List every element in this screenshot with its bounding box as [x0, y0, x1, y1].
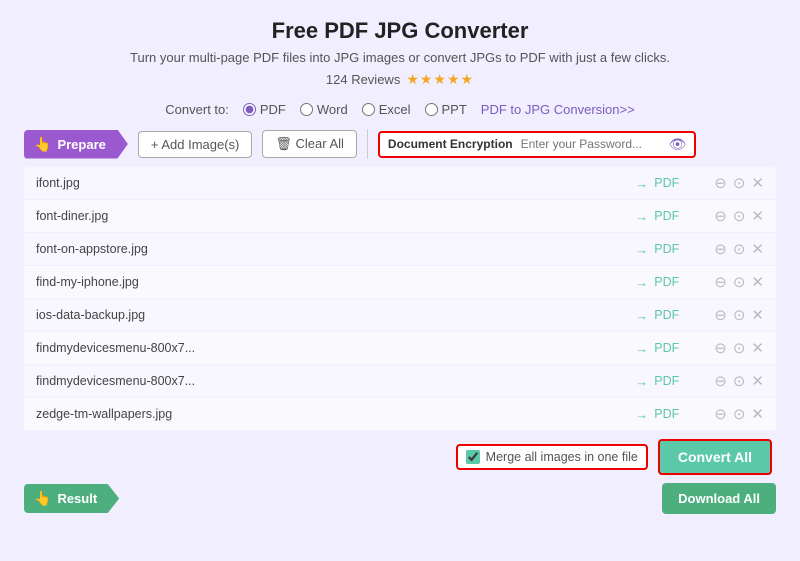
- bottom-row: Merge all images in one file Convert All: [24, 439, 776, 475]
- arrow-icon: →: [635, 341, 648, 356]
- file-actions: ⊖ ⊙ ✕: [714, 207, 764, 225]
- close-icon[interactable]: ✕: [751, 372, 764, 390]
- file-dest: PDF: [654, 209, 714, 223]
- option-excel[interactable]: Excel: [362, 102, 411, 117]
- down-icon[interactable]: ⊙: [733, 240, 746, 258]
- eye-icon[interactable]: 👁: [669, 136, 687, 153]
- down-icon[interactable]: ⊙: [733, 372, 746, 390]
- file-list: ifont.jpg → PDF ⊖ ⊙ ✕ font-diner.jpg → P…: [24, 167, 776, 431]
- arrow-icon: →: [635, 275, 648, 290]
- file-name: findmydevicesmenu-800x7...: [36, 341, 635, 355]
- option-ppt[interactable]: PPT: [425, 102, 467, 117]
- file-dest: PDF: [654, 407, 714, 421]
- table-row: font-diner.jpg → PDF ⊖ ⊙ ✕: [24, 200, 776, 233]
- result-row: Result Download All: [24, 483, 776, 514]
- file-name: findmydevicesmenu-800x7...: [36, 374, 635, 388]
- convert-all-button[interactable]: Convert All: [658, 439, 772, 475]
- arrow-icon: →: [635, 308, 648, 323]
- file-actions: ⊖ ⊙ ✕: [714, 273, 764, 291]
- table-row: font-on-appstore.jpg → PDF ⊖ ⊙ ✕: [24, 233, 776, 266]
- info-icon[interactable]: ⊖: [714, 240, 727, 258]
- file-dest: PDF: [654, 275, 714, 289]
- password-input[interactable]: [521, 137, 661, 151]
- close-icon[interactable]: ✕: [751, 405, 764, 423]
- merge-label: Merge all images in one file: [486, 450, 638, 464]
- table-row: findmydevicesmenu-800x7... → PDF ⊖ ⊙ ✕: [24, 365, 776, 398]
- info-icon[interactable]: ⊖: [714, 339, 727, 357]
- arrow-icon: →: [635, 176, 648, 191]
- info-icon[interactable]: ⊖: [714, 405, 727, 423]
- convert-to-row: Convert to: PDF Word Excel PPT PDF to JP…: [24, 102, 776, 117]
- download-all-button[interactable]: Download All: [662, 483, 776, 514]
- table-row: findmydevicesmenu-800x7... → PDF ⊖ ⊙ ✕: [24, 332, 776, 365]
- info-icon[interactable]: ⊖: [714, 273, 727, 291]
- close-icon[interactable]: ✕: [751, 207, 764, 225]
- down-icon[interactable]: ⊙: [733, 405, 746, 423]
- file-actions: ⊖ ⊙ ✕: [714, 174, 764, 192]
- down-icon[interactable]: ⊙: [733, 339, 746, 357]
- file-actions: ⊖ ⊙ ✕: [714, 339, 764, 357]
- reviews-count: 124 Reviews: [326, 72, 400, 87]
- table-row: find-my-iphone.jpg → PDF ⊖ ⊙ ✕: [24, 266, 776, 299]
- file-name: find-my-iphone.jpg: [36, 275, 635, 289]
- option-word[interactable]: Word: [300, 102, 348, 117]
- file-name: font-diner.jpg: [36, 209, 635, 223]
- arrow-icon: →: [635, 209, 648, 224]
- info-icon[interactable]: ⊖: [714, 174, 727, 192]
- file-name: font-on-appstore.jpg: [36, 242, 635, 256]
- close-icon[interactable]: ✕: [751, 273, 764, 291]
- add-image-button[interactable]: + Add Image(s): [138, 131, 253, 158]
- merge-checkbox-area: Merge all images in one file: [456, 444, 648, 470]
- info-icon[interactable]: ⊖: [714, 372, 727, 390]
- down-icon[interactable]: ⊙: [733, 273, 746, 291]
- table-row: zedge-tm-wallpapers.jpg → PDF ⊖ ⊙ ✕: [24, 398, 776, 431]
- down-icon[interactable]: ⊙: [733, 306, 746, 324]
- file-actions: ⊖ ⊙ ✕: [714, 405, 764, 423]
- info-icon[interactable]: ⊖: [714, 207, 727, 225]
- down-icon[interactable]: ⊙: [733, 174, 746, 192]
- page-title: Free PDF JPG Converter: [24, 18, 776, 44]
- file-dest: PDF: [654, 374, 714, 388]
- header-section: Free PDF JPG Converter Turn your multi-p…: [24, 18, 776, 88]
- file-name: ios-data-backup.jpg: [36, 308, 635, 322]
- file-actions: ⊖ ⊙ ✕: [714, 372, 764, 390]
- arrow-icon: →: [635, 242, 648, 257]
- result-label: Result: [57, 491, 97, 506]
- file-actions: ⊖ ⊙ ✕: [714, 240, 764, 258]
- pdf-to-jpg-link[interactable]: PDF to JPG Conversion>>: [481, 102, 635, 117]
- close-icon[interactable]: ✕: [751, 306, 764, 324]
- encryption-box: Document Encryption 👁: [378, 131, 696, 158]
- arrow-icon: →: [635, 374, 648, 389]
- close-icon[interactable]: ✕: [751, 240, 764, 258]
- clear-all-button[interactable]: 🗑 Clear All: [262, 130, 357, 158]
- table-row: ifont.jpg → PDF ⊖ ⊙ ✕: [24, 167, 776, 200]
- arrow-icon: →: [635, 407, 648, 422]
- reviews-row: 124 Reviews ★★★★★: [24, 71, 776, 88]
- close-icon[interactable]: ✕: [751, 339, 764, 357]
- file-name: ifont.jpg: [36, 176, 635, 190]
- close-icon[interactable]: ✕: [751, 174, 764, 192]
- info-icon[interactable]: ⊖: [714, 306, 727, 324]
- table-row: ios-data-backup.jpg → PDF ⊖ ⊙ ✕: [24, 299, 776, 332]
- toolbar-divider: [367, 129, 368, 159]
- file-dest: PDF: [654, 308, 714, 322]
- file-dest: PDF: [654, 341, 714, 355]
- file-name: zedge-tm-wallpapers.jpg: [36, 407, 635, 421]
- file-actions: ⊖ ⊙ ✕: [714, 306, 764, 324]
- result-badge: Result: [24, 484, 119, 513]
- merge-checkbox[interactable]: [466, 450, 480, 464]
- toolbar-row: Prepare + Add Image(s) 🗑 Clear All Docum…: [24, 129, 776, 159]
- encryption-label: Document Encryption: [388, 137, 513, 151]
- convert-to-label: Convert to:: [165, 102, 229, 117]
- page-subtitle: Turn your multi-page PDF files into JPG …: [24, 50, 776, 65]
- prepare-badge: Prepare: [24, 130, 128, 159]
- option-pdf[interactable]: PDF: [243, 102, 286, 117]
- prepare-label: Prepare: [57, 137, 105, 152]
- down-icon[interactable]: ⊙: [733, 207, 746, 225]
- file-dest: PDF: [654, 176, 714, 190]
- star-rating: ★★★★★: [406, 71, 474, 88]
- file-dest: PDF: [654, 242, 714, 256]
